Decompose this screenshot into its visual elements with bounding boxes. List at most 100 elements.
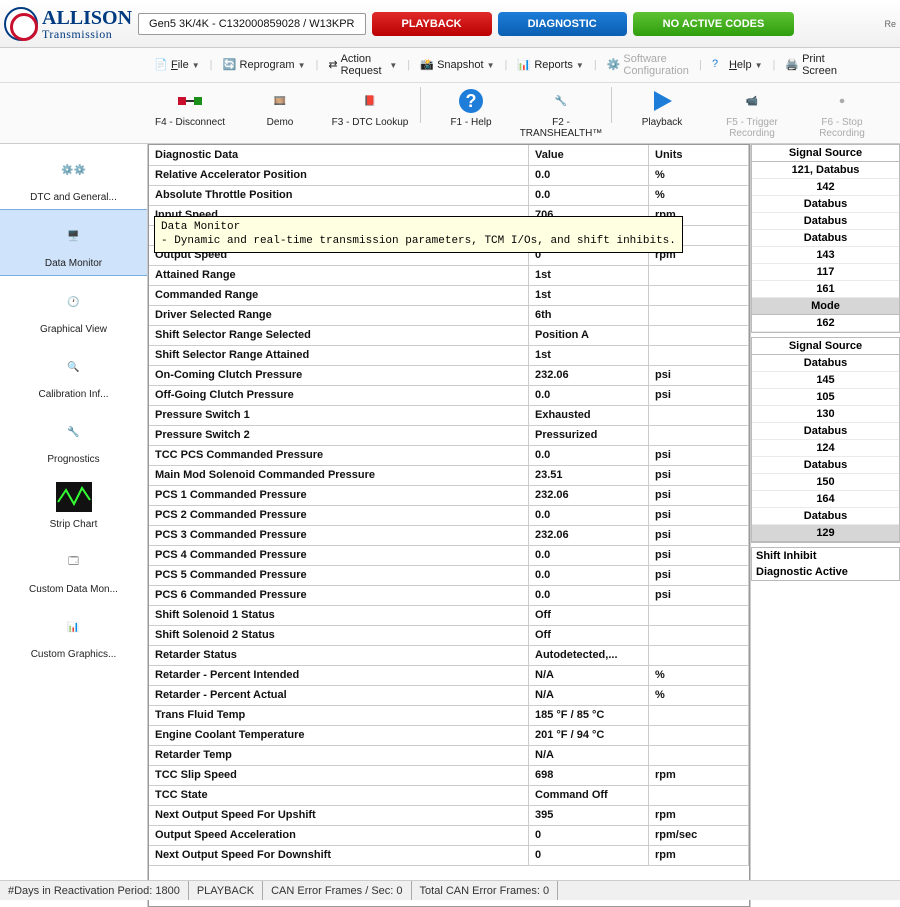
cell-value: 6th (529, 305, 649, 325)
cell-value: 0 (529, 825, 649, 845)
table-row[interactable]: PCS 3 Commanded Pressure232.06psi (149, 525, 749, 545)
table-row[interactable]: TCC PCS Commanded Pressure0.0psi (149, 445, 749, 465)
codes-chip[interactable]: NO ACTIVE CODES (633, 12, 795, 36)
table-row[interactable]: Shift Selector Range SelectedPosition A (149, 325, 749, 345)
table-row[interactable]: Retarder TempN/A (149, 745, 749, 765)
col-diagnostic[interactable]: Diagnostic Data (149, 145, 529, 165)
table-row[interactable]: Main Mod Solenoid Commanded Pressure23.5… (149, 465, 749, 485)
sidebar-item-data-monitor[interactable]: 🖥️Data Monitor (0, 209, 147, 276)
cell-diag: Relative Accelerator Position (149, 165, 529, 185)
menu-snapshot[interactable]: 📸Snapshot▼ (416, 55, 498, 75)
table-row[interactable]: Commanded Range1st (149, 285, 749, 305)
cell-diag: PCS 6 Commanded Pressure (149, 585, 529, 605)
brand-logo: ALLISON Transmission (4, 7, 132, 41)
sidebar-item-custom-data-mon[interactable]: 🗔Custom Data Mon... (0, 536, 147, 601)
cell-value: 0.0 (529, 585, 649, 605)
panel-row: Databus (752, 457, 899, 474)
cell-units: psi (649, 365, 749, 385)
cell-value: 698 (529, 765, 649, 785)
cell-units: rpm (649, 805, 749, 825)
playback-chip[interactable]: PLAYBACK (372, 12, 492, 36)
sidebar-item-custom-graphics[interactable]: 📊Custom Graphics... (0, 601, 147, 666)
table-row[interactable]: Relative Accelerator Position0.0% (149, 165, 749, 185)
table-row[interactable]: Retarder - Percent IntendedN/A% (149, 665, 749, 685)
table-row[interactable]: TCC Slip Speed698rpm (149, 765, 749, 785)
menu-file[interactable]: 📄File▼ (150, 55, 204, 75)
help-button[interactable]: ?F1 - Help (431, 87, 511, 128)
col-value[interactable]: Value (529, 145, 649, 165)
table-row[interactable]: Next Output Speed For Downshift0rpm (149, 845, 749, 865)
table-row[interactable]: Retarder StatusAutodetected,... (149, 645, 749, 665)
table-row[interactable]: Trans Fluid Temp185 °F / 85 °C (149, 705, 749, 725)
table-row[interactable]: Shift Selector Range Attained1st (149, 345, 749, 365)
arrows-icon: ⇄ (328, 58, 337, 72)
cell-value: Autodetected,... (529, 645, 649, 665)
sidebar-item-strip-chart[interactable]: Strip Chart (0, 471, 147, 536)
playback-button[interactable]: Playback (622, 87, 702, 128)
table-row[interactable]: Engine Coolant Temperature201 °F / 94 °C (149, 725, 749, 745)
diagnostic-table-wrap[interactable]: Diagnostic Data Value Units Relative Acc… (148, 144, 750, 907)
diagnostic-chip[interactable]: DIAGNOSTIC (498, 12, 627, 36)
panel-row: 150 (752, 474, 899, 491)
table-row[interactable]: Retarder - Percent ActualN/A% (149, 685, 749, 705)
menu-reprogram[interactable]: 🔄Reprogram▼ (219, 55, 310, 75)
menu-software-config[interactable]: ⚙️Software Configuration (603, 50, 693, 80)
cell-diag: Off-Going Clutch Pressure (149, 385, 529, 405)
dtc-lookup-button[interactable]: 📕F3 - DTC Lookup (330, 87, 410, 128)
panel-signal-source-2: Signal Source Databus145105130Databus124… (751, 337, 900, 543)
col-units[interactable]: Units (649, 145, 749, 165)
cell-value: N/A (529, 665, 649, 685)
menu-help[interactable]: ?Help▼ (708, 55, 767, 75)
table-row[interactable]: Shift Solenoid 2 StatusOff (149, 625, 749, 645)
cell-diag: Pressure Switch 2 (149, 425, 529, 445)
table-row[interactable]: TCC StateCommand Off (149, 785, 749, 805)
menu-action-request[interactable]: ⇄Action Request▼ (324, 50, 401, 80)
table-row[interactable]: Pressure Switch 1Exhausted (149, 405, 749, 425)
disconnect-button[interactable]: F4 - Disconnect (150, 87, 230, 128)
cell-units (649, 725, 749, 745)
table-row[interactable]: PCS 6 Commanded Pressure0.0psi (149, 585, 749, 605)
panel-row: Shift Inhibit (752, 548, 899, 564)
table-row[interactable]: Attained Range1st (149, 265, 749, 285)
sidebar-item-dtc[interactable]: ⚙️⚙️DTC and General... (0, 144, 147, 209)
cell-value: 1st (529, 345, 649, 365)
cell-units: % (649, 165, 749, 185)
app-header: ALLISON Transmission Gen5 3K/4K - C13200… (0, 0, 900, 48)
cell-units: psi (649, 385, 749, 405)
stop-recording-button[interactable]: ⏺F6 - Stop Recording (802, 87, 882, 139)
table-row[interactable]: Pressure Switch 2Pressurized (149, 425, 749, 445)
sidebar-item-graphical-view[interactable]: 🕐Graphical View (0, 276, 147, 341)
menu-reports[interactable]: 📊Reports▼ (513, 55, 587, 75)
table-row[interactable]: Shift Solenoid 1 StatusOff (149, 605, 749, 625)
gauge-icon: 🕐 (52, 282, 96, 322)
table-row[interactable]: PCS 2 Commanded Pressure0.0psi (149, 505, 749, 525)
cell-units: psi (649, 485, 749, 505)
trigger-recording-button[interactable]: 📹F5 - Trigger Recording (712, 87, 792, 139)
table-row[interactable]: Absolute Throttle Position0.0% (149, 185, 749, 205)
table-row[interactable]: Next Output Speed For Upshift395rpm (149, 805, 749, 825)
table-row[interactable]: PCS 1 Commanded Pressure232.06psi (149, 485, 749, 505)
panel-row: 161 (752, 281, 899, 298)
cell-value: 232.06 (529, 525, 649, 545)
demo-button[interactable]: 🎞️Demo (240, 87, 320, 128)
menu-print-screen[interactable]: 🖨️Print Screen (781, 50, 841, 80)
transhealth-button[interactable]: 🔧F2 - TRANSHEALTH™ (521, 87, 601, 139)
window-icon: 🗔 (52, 542, 96, 582)
book-icon: 📕 (356, 87, 384, 115)
table-row[interactable]: Output Speed Acceleration0rpm/sec (149, 825, 749, 845)
sidebar-item-prognostics[interactable]: 🔧Prognostics (0, 406, 147, 471)
disconnect-icon (176, 87, 204, 115)
table-row[interactable]: PCS 5 Commanded Pressure0.0psi (149, 565, 749, 585)
cell-diag: Shift Solenoid 2 Status (149, 625, 529, 645)
table-row[interactable]: Off-Going Clutch Pressure0.0psi (149, 385, 749, 405)
table-row[interactable]: On-Coming Clutch Pressure232.06psi (149, 365, 749, 385)
cell-diag: Commanded Range (149, 285, 529, 305)
cell-diag: PCS 3 Commanded Pressure (149, 525, 529, 545)
table-row[interactable]: Driver Selected Range6th (149, 305, 749, 325)
table-row[interactable]: PCS 4 Commanded Pressure0.0psi (149, 545, 749, 565)
cell-diag: PCS 4 Commanded Pressure (149, 545, 529, 565)
sidebar-item-calibration[interactable]: 🔍Calibration Inf... (0, 341, 147, 406)
status-playback: PLAYBACK (189, 881, 263, 900)
cell-diag: PCS 5 Commanded Pressure (149, 565, 529, 585)
cell-units: psi (649, 525, 749, 545)
